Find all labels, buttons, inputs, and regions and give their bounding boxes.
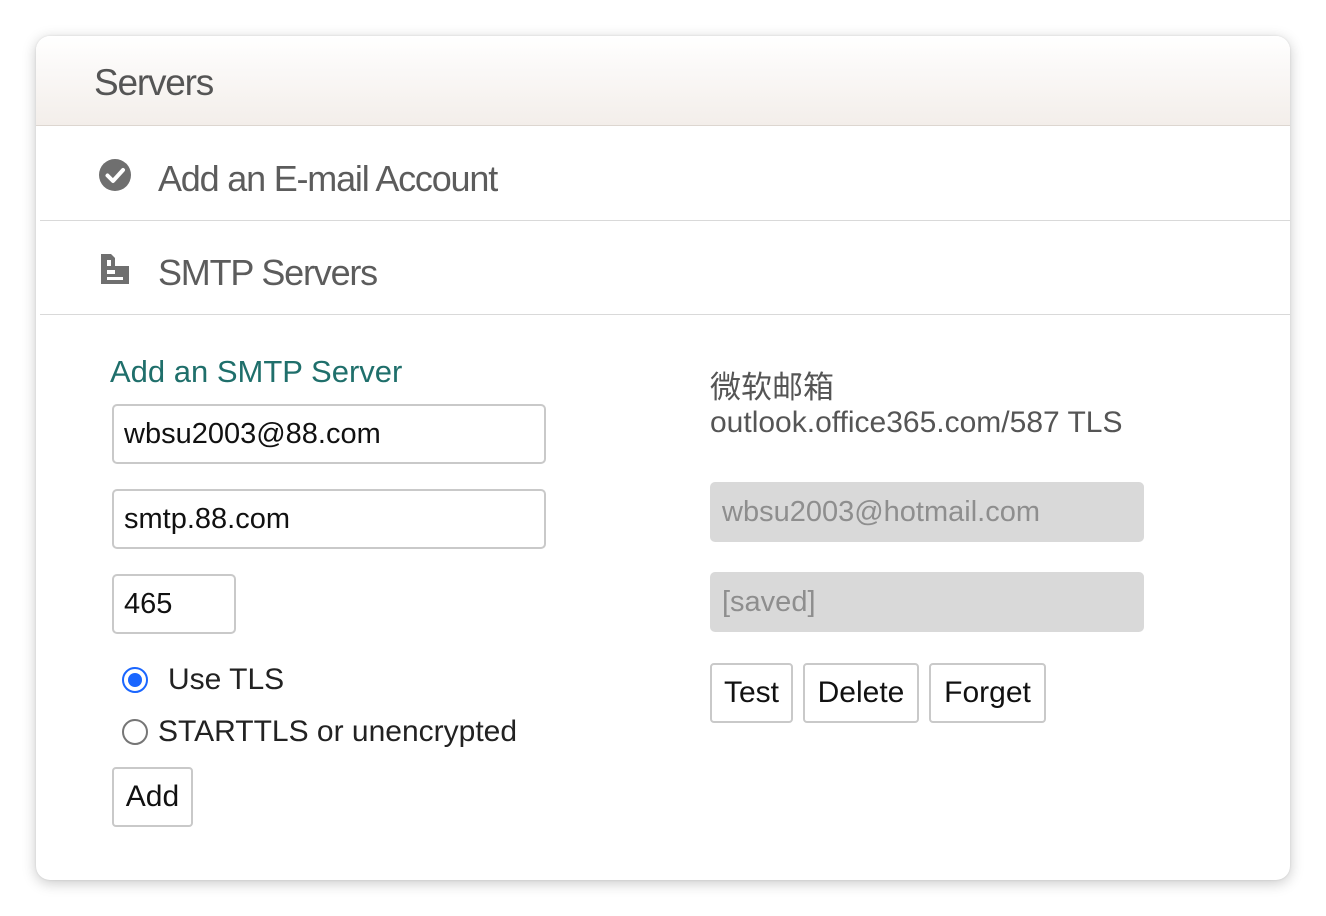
check-circle-icon — [99, 159, 131, 191]
port-input[interactable] — [112, 574, 236, 634]
smtp-host-input[interactable] — [112, 489, 546, 549]
server-password-field — [710, 572, 1144, 632]
panel-title: Servers — [94, 62, 214, 103]
forget-button[interactable]: Forget — [929, 663, 1046, 723]
email-input[interactable] — [112, 404, 546, 464]
starttls-option[interactable]: STARTTLS or unencrypted — [122, 715, 517, 749]
server-username-field — [710, 482, 1144, 542]
section-smtp-servers[interactable]: SMTP Servers — [40, 221, 1290, 315]
delete-button[interactable]: Delete — [803, 663, 919, 723]
server-name: 微软邮箱 — [710, 370, 834, 406]
document-icon — [101, 254, 129, 284]
server-address: outlook.office365.com/587 TLS — [710, 406, 1123, 439]
test-button[interactable]: Test — [710, 663, 793, 723]
add-smtp-server-title: Add an SMTP Server — [110, 354, 403, 389]
starttls-radio[interactable] — [122, 719, 148, 745]
servers-panel: Servers Add an E-mail Account SMTP Serve… — [36, 36, 1290, 880]
section-label: SMTP Servers — [158, 252, 378, 293]
starttls-label: STARTTLS or unencrypted — [158, 715, 518, 748]
section-add-email-account[interactable]: Add an E-mail Account — [40, 127, 1290, 221]
use-tls-radio[interactable] — [122, 667, 148, 693]
use-tls-option[interactable]: Use TLS — [122, 663, 284, 697]
panel-header: Servers — [36, 36, 1290, 126]
use-tls-label: Use TLS — [168, 663, 285, 696]
add-button[interactable]: Add — [112, 767, 193, 827]
section-label: Add an E-mail Account — [158, 158, 498, 199]
